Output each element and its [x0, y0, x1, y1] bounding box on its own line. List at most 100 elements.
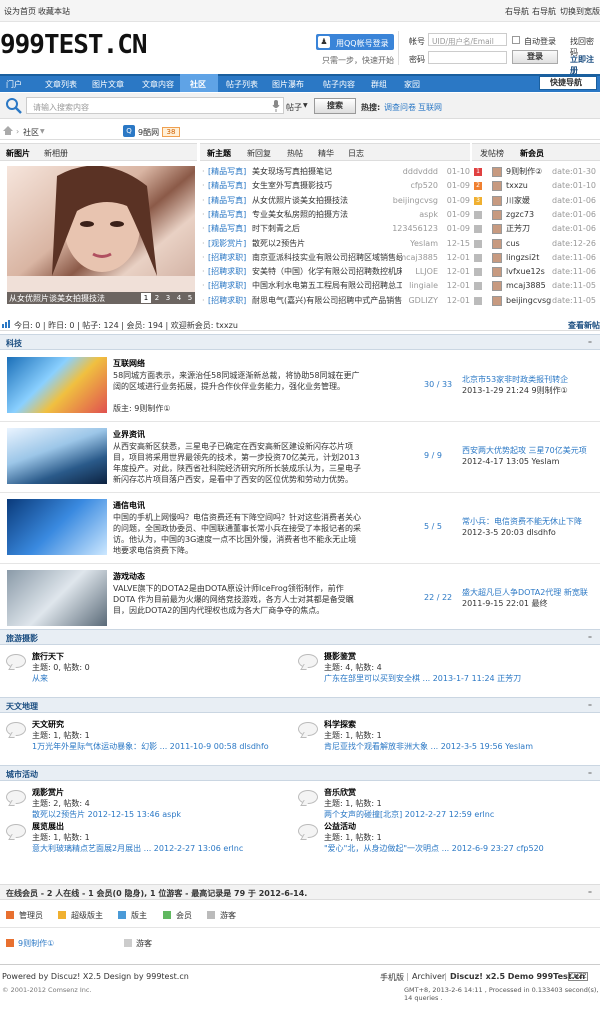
avatar[interactable] — [492, 267, 502, 278]
section-title[interactable]: 旅游摄影 — [6, 633, 38, 644]
member-name[interactable]: lingzsi2t — [506, 251, 539, 265]
member-row[interactable]: 1 9则制作② date:01-30 — [474, 165, 598, 179]
thread-author[interactable]: 123456123 — [392, 222, 438, 236]
member-row[interactable]: cus date:12-26 — [474, 237, 598, 251]
login-button[interactable]: 登录 — [512, 50, 558, 64]
thread-category[interactable]: [精品写真] — [208, 165, 246, 179]
section-title[interactable]: 城市活动 — [6, 769, 38, 780]
quick-nav-button[interactable]: 快捷导航 — [539, 76, 597, 90]
thread-author[interactable]: cfp520 — [410, 179, 438, 193]
forum-last-post[interactable]: 北京市53家非时政类报刊转企 — [462, 374, 598, 385]
slide-page-2[interactable]: 2 — [152, 293, 162, 303]
forum-last-post[interactable]: "爱心"北，从身边做起"一次明点 ... 2012-6-9 23:27 cfp5… — [324, 843, 590, 854]
member-name[interactable]: mcaj3885 — [506, 279, 546, 293]
forum-name[interactable]: 音乐欣赏 — [324, 787, 356, 798]
member-name[interactable]: cus — [506, 237, 520, 251]
member-name[interactable]: zgzc73 — [506, 208, 534, 222]
member-row[interactable]: lvfxue12s date:11-06 — [474, 265, 598, 279]
thread-row[interactable]: · [精品写真] 时下刺青之后 123456123 01-09 — [202, 222, 470, 236]
thread-title[interactable]: 南京亚派科技实业有限公司招聘区域销售经理 — [252, 251, 402, 265]
thread-row[interactable]: · [招聘求职] 南京亚派科技实业有限公司招聘区域销售经理 mcaj3885 12-01 — [202, 251, 470, 265]
nav-item[interactable]: 帖子列表 — [226, 79, 258, 90]
thread-author[interactable]: lingiale — [409, 279, 438, 293]
member-row[interactable]: beijingcvsg date:11-05 — [474, 294, 598, 308]
thread-author[interactable]: aspk — [419, 208, 438, 222]
qq-login-button[interactable]: ♟ 用QQ帐号登录 — [316, 34, 394, 50]
wide-switch-link[interactable]: 切换到宽版 — [560, 6, 600, 17]
member-name[interactable]: lvfxue12s — [506, 265, 545, 279]
thread-row[interactable]: · [招聘求职] 中国水利水电第五工程局有限公司招聘总工程 lingiale 12-01 — [202, 279, 470, 293]
thread-title[interactable]: 散死以2预告片 — [252, 237, 402, 251]
member-row[interactable]: mcaj3885 date:11-05 — [474, 279, 598, 293]
register-link[interactable]: 立即注册 — [570, 54, 600, 76]
forum-name[interactable]: 业界资讯 — [113, 429, 145, 440]
search-input[interactable]: 请输入搜索内容 — [26, 97, 284, 114]
tab-new-threads[interactable]: 新主题 — [207, 148, 231, 159]
nav-item[interactable]: 图片瀑布 — [272, 79, 304, 90]
cnzz-badge[interactable]: CNZZ — [568, 972, 588, 981]
member-row[interactable]: 2 txxzu date:01-10 — [474, 179, 598, 193]
footer-link-archiver[interactable]: Archiver — [412, 972, 445, 981]
thread-category[interactable]: [观影赏片] — [208, 237, 246, 251]
nav-item[interactable]: 社区 — [190, 79, 206, 90]
member-name[interactable]: beijingcvsg — [506, 294, 551, 308]
hot-search-item[interactable]: 互联网 — [418, 102, 442, 113]
thread-category[interactable]: [精品写真] — [208, 208, 246, 222]
forum-last-post[interactable]: 两个女声的碰撞[北京] 2012-2-27 12:59 erlnc — [324, 809, 590, 820]
forum-thumbnail[interactable] — [7, 570, 107, 626]
forum-name[interactable]: 游戏动态 — [113, 571, 145, 582]
search-button[interactable]: 搜索 — [314, 98, 356, 114]
section-title[interactable]: 科技 — [6, 338, 22, 349]
member-name[interactable]: 正芳刀 — [506, 222, 530, 236]
thread-title[interactable]: 中国水利水电第五工程局有限公司招聘总工程 — [252, 279, 402, 293]
nav-item[interactable]: 家园 — [404, 79, 420, 90]
forum-name[interactable]: 观影赏片 — [32, 787, 64, 798]
right-nav-link[interactable]: 右导航 — [505, 6, 529, 17]
account-input[interactable]: UID/用户名/Email — [428, 33, 507, 46]
avatar[interactable] — [492, 181, 502, 192]
thread-title[interactable]: 耐思电气(嘉兴)有限公司招聘中式产品销售代 — [252, 294, 402, 308]
thread-title[interactable]: 美女现场写真拍摄笔记 — [252, 165, 402, 179]
forum-last-post[interactable]: 常小兵：电信资费不能无休止下降 — [462, 516, 598, 527]
avatar[interactable] — [492, 238, 502, 249]
tab-new-images[interactable]: 新图片 — [6, 148, 30, 159]
collapse-icon[interactable]: – — [588, 337, 592, 346]
tab-new-members[interactable]: 新会员 — [520, 148, 544, 159]
thread-row[interactable]: · [精品写真] 从女优照片谈美女拍摄技法 beijingcvsg 01-09 — [202, 194, 470, 208]
thread-category[interactable]: [精品写真] — [208, 222, 246, 236]
forum-name[interactable]: 天文研究 — [32, 719, 64, 730]
thread-row[interactable]: · [招聘求职] 耐思电气(嘉兴)有限公司招聘中式产品销售代 GDLIZY 12-01 — [202, 294, 470, 308]
password-input[interactable] — [428, 51, 507, 64]
online-user[interactable]: 9则制作① — [18, 938, 54, 949]
featured-image[interactable] — [7, 166, 195, 304]
footer-link-mobile[interactable]: 手机版 — [380, 972, 404, 983]
forum-last-post[interactable]: 散死以2预告片 2012-12-15 13:46 aspk — [32, 809, 298, 820]
forum-name[interactable]: 科学探索 — [324, 719, 356, 730]
breadcrumb-community[interactable]: 社区 — [23, 127, 39, 138]
thread-row[interactable]: · [招聘求职] 安美特（中国）化学有限公司招聘数控机床操 LLJOE 12-01 — [202, 265, 470, 279]
image-caption[interactable]: 从女优照片谈美女拍摄技法 — [9, 293, 105, 304]
site-logo[interactable]: 999TEST.CN — [0, 30, 148, 60]
bookmark-link[interactable]: 收藏本站 — [38, 6, 70, 17]
thread-title[interactable]: 从女优照片谈美女拍摄技法 — [252, 194, 402, 208]
tab-post-ranking[interactable]: 发帖榜 — [480, 148, 504, 159]
member-row[interactable]: lingzsi2t date:11-06 — [474, 251, 598, 265]
site-link[interactable]: 9酷网 — [138, 127, 159, 138]
view-new-posts-link[interactable]: 查看新帖 — [568, 320, 600, 331]
avatar[interactable] — [492, 295, 502, 306]
slide-page-1[interactable]: 1 — [141, 293, 151, 303]
forum-last-post[interactable]: 从来 — [32, 673, 298, 684]
avatar[interactable] — [492, 281, 502, 292]
thread-category[interactable]: [招聘求职] — [208, 279, 246, 293]
thread-category[interactable]: [招聘求职] — [208, 251, 246, 265]
thread-row[interactable]: · [精品写真] 女生室外写真摄影技巧 cfp520 01-09 — [202, 179, 470, 193]
collapse-icon[interactable]: – — [588, 700, 592, 709]
thread-author[interactable]: GDLIZY — [408, 294, 438, 308]
set-home-link[interactable]: 设为首页 — [4, 6, 36, 17]
nav-item[interactable]: 文章内容 — [142, 79, 174, 90]
nav-item[interactable]: 帖子内容 — [323, 79, 355, 90]
thread-author[interactable]: LLJOE — [415, 265, 438, 279]
forum-thumbnail[interactable] — [7, 499, 107, 555]
collapse-icon[interactable]: – — [588, 887, 592, 896]
collapse-icon[interactable]: – — [588, 632, 592, 641]
